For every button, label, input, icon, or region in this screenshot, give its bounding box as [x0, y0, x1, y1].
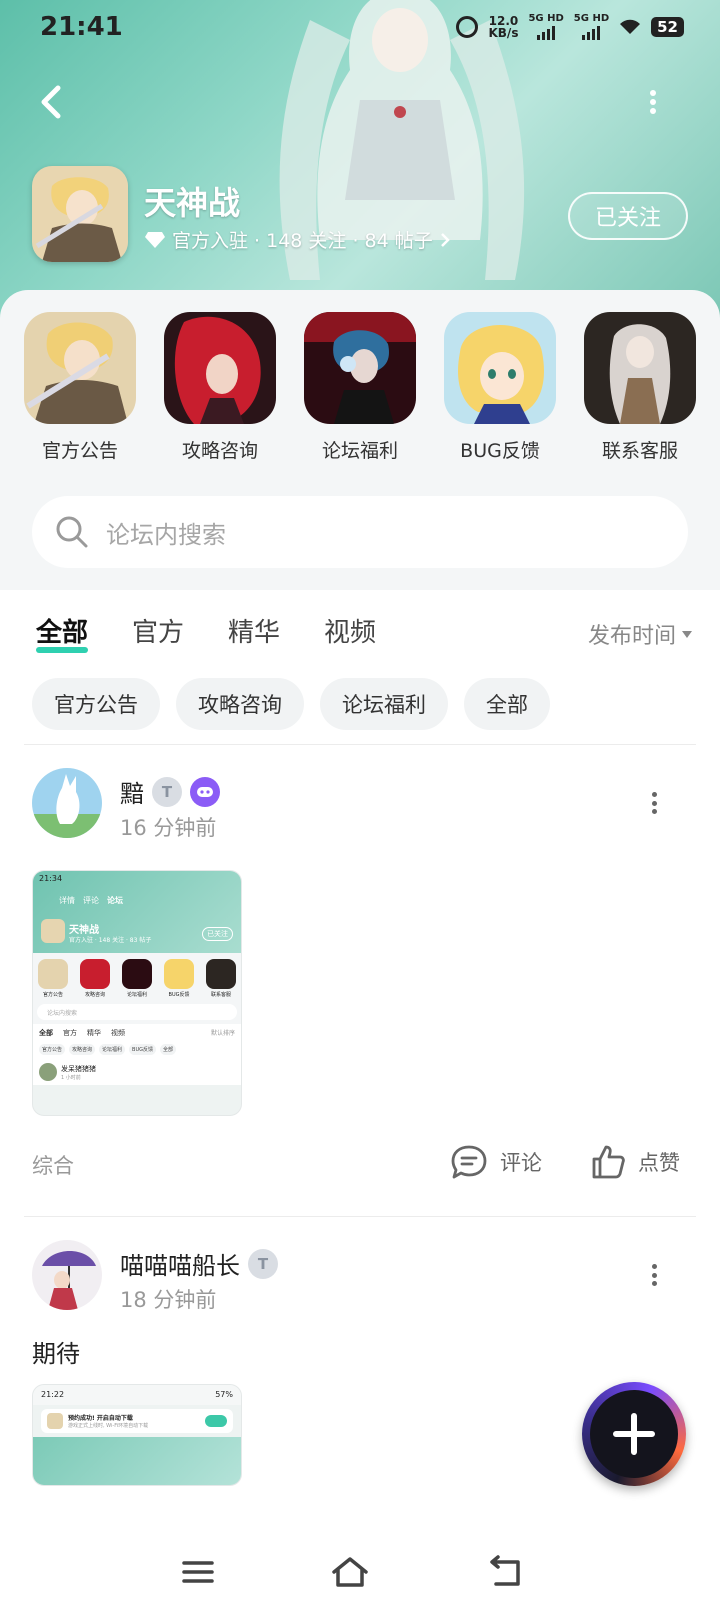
chip-all[interactable]: 全部 [464, 678, 550, 730]
system-nav-bar [0, 1532, 720, 1612]
guide-icon [164, 312, 276, 424]
author-name[interactable]: 黯 [120, 774, 144, 809]
divider [24, 744, 696, 745]
back-arrow-icon[interactable] [36, 82, 66, 122]
status-bar: 21:41 12.0 KB/s 5G HD 5G HD 52 [0, 0, 720, 56]
shortcut-welfare[interactable]: 论坛福利 [290, 312, 430, 463]
tab-video[interactable]: 视频 [324, 612, 376, 649]
more-options-icon[interactable] [648, 90, 658, 114]
diamond-icon [145, 231, 165, 248]
back-icon[interactable] [484, 1554, 528, 1590]
comment-icon [451, 1145, 487, 1179]
status-time: 21:41 [40, 12, 123, 42]
shortcut-customer-service[interactable]: 联系客服 [570, 312, 710, 463]
tab-featured[interactable]: 精华 [228, 612, 280, 649]
chip-official-notice[interactable]: 官方公告 [32, 678, 160, 730]
post-image[interactable]: 21:34 详情 评论 论坛 天神战 官方入驻 · 148 关注 · 83 帖子… [32, 870, 242, 1116]
tab-official[interactable]: 官方 [132, 612, 184, 649]
post-more-icon[interactable] [650, 792, 658, 814]
sort-dropdown[interactable]: 发布时间 [588, 618, 692, 650]
shortcut-row: 官方公告 攻略咨询 论坛福利 BUG反馈 联系客服 [0, 312, 720, 463]
game-hero-banner: 21:41 12.0 KB/s 5G HD 5G HD 52 天神战 官方入驻 … [0, 0, 720, 320]
search-input[interactable]: 论坛内搜索 [32, 496, 688, 568]
divider [24, 1216, 696, 1217]
gamepad-badge-icon [190, 776, 220, 807]
post-more-icon[interactable] [650, 1264, 658, 1286]
signal-2: 5G HD [574, 14, 609, 40]
game-meta[interactable]: 官方入驻 · 148 关注 · 84 帖子 [144, 226, 451, 253]
like-button[interactable]: 点赞 [590, 1144, 680, 1180]
follow-button[interactable]: 已关注 [568, 192, 688, 240]
search-placeholder: 论坛内搜索 [106, 520, 226, 549]
post-time: 18 分钟前 [120, 1288, 217, 1312]
post-image[interactable]: 21:22 57% 预约成功! 开启自动下载 游戏正式上线时, Wi-Fi环境自… [32, 1384, 242, 1486]
tab-all[interactable]: 全部 [36, 612, 89, 653]
filter-tabs: 全部 官方 精华 视频 [36, 612, 376, 653]
shortcut-guide[interactable]: 攻略咨询 [150, 312, 290, 463]
avatar[interactable] [32, 768, 102, 838]
chevron-right-icon [440, 232, 450, 247]
post-category: 综合 [32, 1154, 74, 1178]
game-name: 天神战 [144, 184, 241, 222]
game-logo [32, 166, 128, 262]
post-text: 期待 [32, 1340, 80, 1368]
user-level-badge-icon: T [152, 776, 182, 807]
home-icon[interactable] [328, 1554, 372, 1590]
official-notice-icon [24, 312, 136, 424]
user-level-badge-icon: T [248, 1248, 278, 1279]
network-speed: 12.0 KB/s [488, 14, 519, 40]
welfare-icon [304, 312, 416, 424]
plus-icon [613, 1413, 655, 1455]
post-time: 16 分钟前 [120, 816, 217, 840]
forum-panel: 官方公告 攻略咨询 论坛福利 BUG反馈 联系客服 论坛内搜索 [0, 290, 720, 590]
post-footer: 综合 评论 点赞 [0, 1144, 720, 1184]
wifi-icon [620, 19, 641, 34]
create-post-button[interactable] [582, 1382, 686, 1486]
author-name[interactable]: 喵喵喵船长 [120, 1246, 240, 1281]
search-icon [56, 516, 88, 548]
chip-welfare[interactable]: 论坛福利 [320, 678, 448, 730]
alarm-icon [456, 16, 479, 38]
signal-1: 5G HD [528, 14, 564, 40]
shortcut-bug-feedback[interactable]: BUG反馈 [430, 312, 570, 463]
chip-guide[interactable]: 攻略咨询 [176, 678, 304, 730]
battery-indicator: 52 [651, 17, 684, 37]
menu-icon[interactable] [176, 1554, 220, 1590]
category-chips: 官方公告 攻略咨询 论坛福利 全部 [32, 678, 550, 730]
caret-down-icon [682, 630, 692, 638]
comment-button[interactable]: 评论 [450, 1144, 542, 1180]
avatar[interactable] [32, 1240, 102, 1310]
thumbs-up-icon [592, 1145, 625, 1179]
shortcut-official-notice[interactable]: 官方公告 [10, 312, 150, 463]
bug-feedback-icon [444, 312, 556, 424]
customer-service-icon [584, 312, 696, 424]
